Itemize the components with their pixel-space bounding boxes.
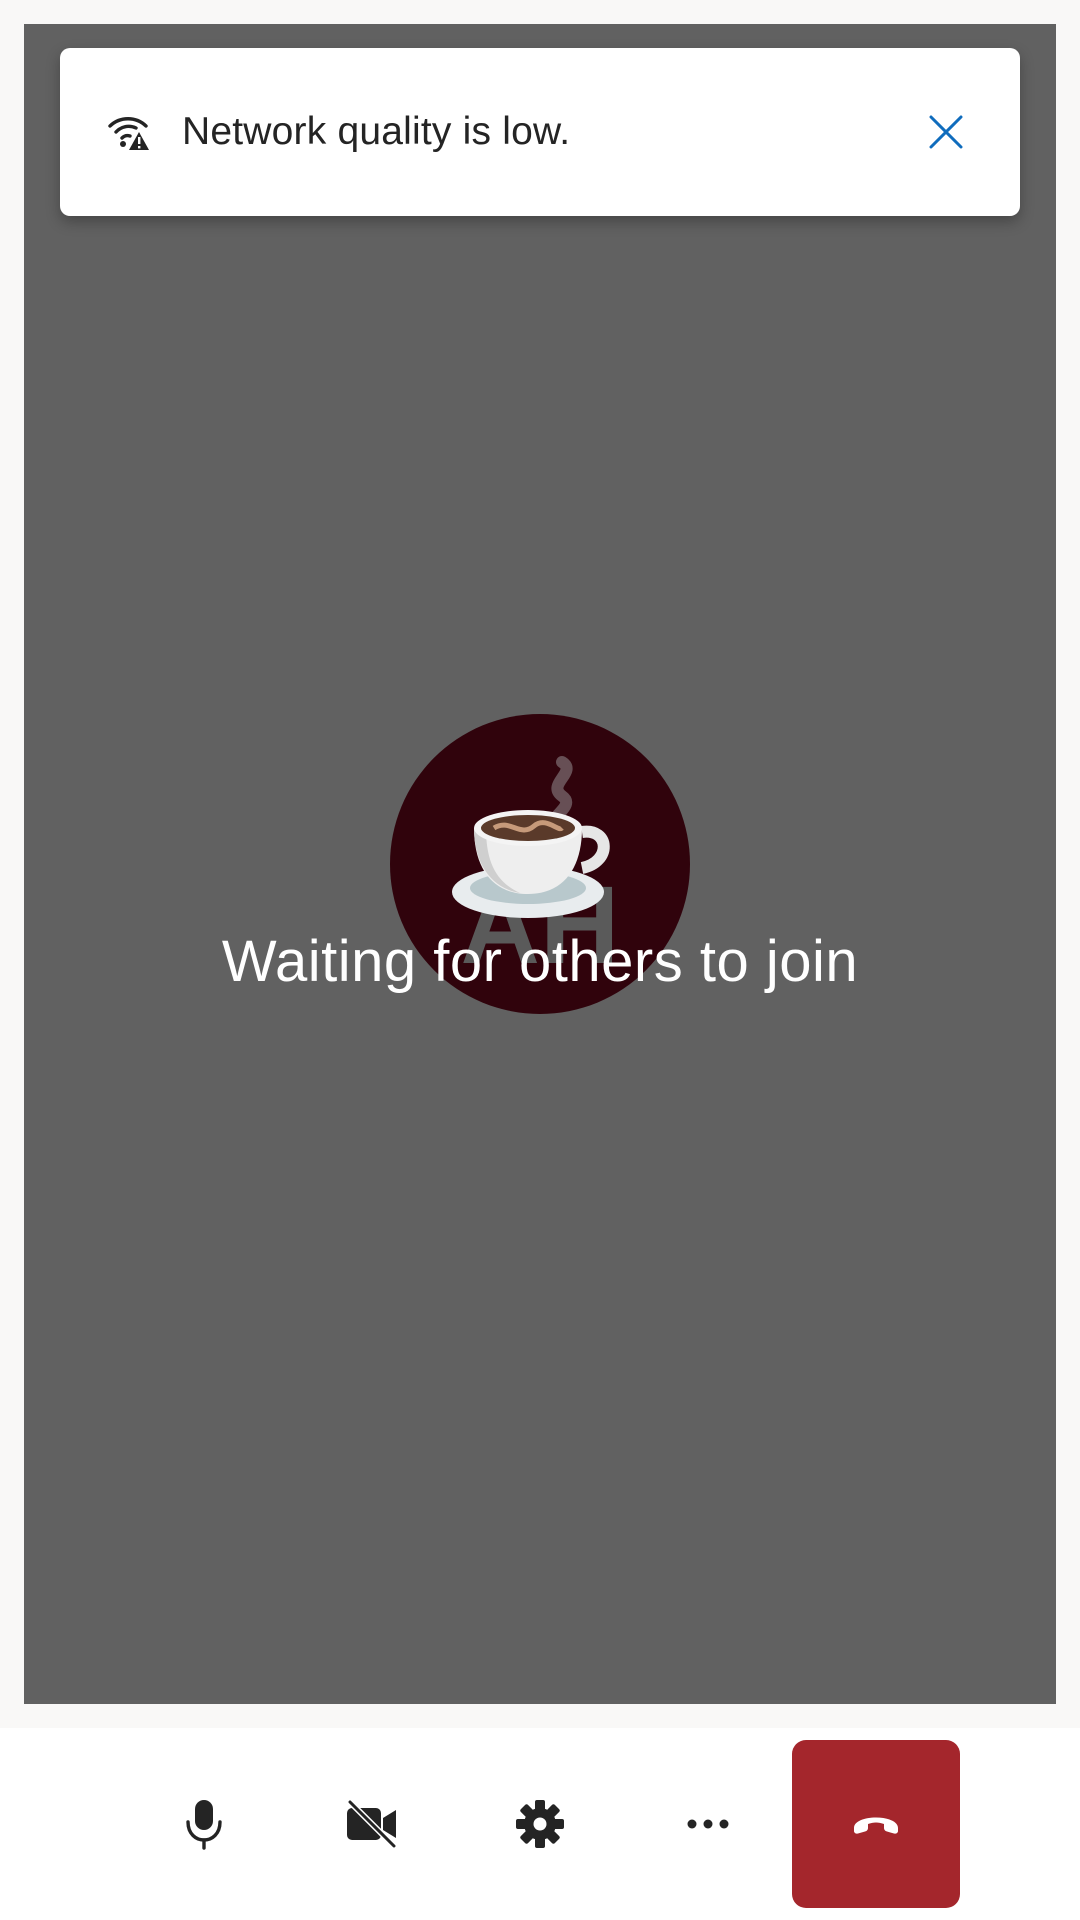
waiting-status-text: Waiting for others to join [221, 929, 859, 994]
camera-toggle-button[interactable] [288, 1740, 456, 1908]
notification-message: Network quality is low. [182, 110, 571, 153]
more-options-button[interactable] [624, 1740, 792, 1908]
microphone-icon [186, 1800, 222, 1850]
more-icon [687, 1819, 729, 1829]
hang-up-icon [854, 1817, 898, 1834]
settings-button[interactable] [456, 1740, 624, 1908]
coffee-cup-icon [452, 756, 610, 918]
network-warning-icon [104, 108, 152, 156]
network-quality-notification: Network quality is low. [60, 48, 1020, 216]
video-stage: Network quality is low. AH Waiting for o… [24, 24, 1056, 1704]
gear-icon [516, 1800, 564, 1848]
close-icon[interactable] [922, 108, 970, 156]
camera-off-icon [347, 1800, 397, 1848]
hang-up-button[interactable] [792, 1740, 960, 1908]
call-controls-bar [0, 1728, 1080, 1920]
microphone-button[interactable] [120, 1740, 288, 1908]
